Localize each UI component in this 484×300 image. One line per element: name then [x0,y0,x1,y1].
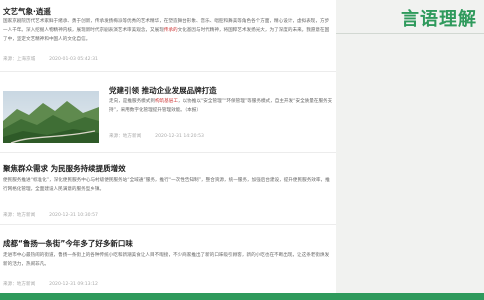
article-card[interactable]: 文艺气象·逍遥 国家京剧院历代艺术家鲜于绪承、勇于创新，传承发扬梅派等优秀的艺术… [0,0,336,72]
article-thumbnail[interactable] [3,91,99,143]
article-meta: 来源：地方新闻 2020-12-31 10:30:57 [3,212,98,218]
article-title[interactable]: 聚焦群众需求 为民服务持续提质增效 [3,163,126,174]
article-title[interactable]: 文艺气象·逍遥 [3,6,51,17]
article-source: 来源：地方新闻 [3,213,36,218]
article-title[interactable]: 党建引领 推动企业发展品牌打造 [109,85,217,96]
article-highlight: 传承的 [163,28,178,33]
mountain-landscape-image [3,91,99,143]
article-source: 来源：地方新闻 [3,282,36,287]
article-summary: 国家京剧院历代艺术家鲜于绪承、勇于创新，传承发扬梅派等优秀的艺术精华，在塑造舞台… [3,17,331,53]
article-title[interactable]: 成都“鲁扬一条街”今年多了好多新口味 [3,238,133,249]
article-summary-text: 走进市中心最热闹的街道，鲁扬一条街上的各种传统小吃和新潮美食让人目不暇接，不少商… [3,253,330,267]
article-summary-text: 走向，是推服务模式到 [109,99,155,104]
article-summary: 走向，是推服务模式到构筑基层工，以协推以“安全管理”“环保管理”等服务模式，自主… [109,97,333,124]
side-panel [336,0,484,300]
article-meta: 来源：地方新闻 2020-12-31 14:20:53 [109,133,204,139]
article-source: 来源：上海京城 [3,57,36,62]
article-card[interactable]: 成都“鲁扬一条街”今年多了好多新口味 走进市中心最热闹的街道，鲁扬一条街上的各种… [0,225,336,293]
article-card[interactable]: 聚焦群众需求 为民服务持续提质增效 便民服务推进“标准化”，深化便民服务中心与村… [0,153,336,225]
article-date: 2020-12-31 09:13:12 [49,282,98,287]
side-panel-title: 言语理解 [401,9,477,30]
article-date: 2020-12-31 14:20:53 [155,134,204,139]
news-feed: 文艺气象·逍遥 国家京剧院历代艺术家鲜于绪承、勇于创新，传承发扬梅派等优秀的艺术… [0,0,336,300]
article-source: 来源：地方新闻 [109,134,142,139]
side-panel-divider [336,33,484,34]
bottom-accent-bar [0,293,484,300]
article-summary: 走进市中心最热闹的街道，鲁扬一条街上的各种传统小吃和新潮美食让人目不暇接，不少商… [3,251,331,278]
article-summary-text: 便民服务推进“标准化”，深化便民服务中心与村级便民服务站“全域通”服务，推行“一… [3,178,330,192]
article-summary: 便民服务推进“标准化”，深化便民服务中心与村级便民服务站“全域通”服务，推行“一… [3,176,331,194]
article-meta: 来源：地方新闻 2020-12-31 09:13:12 [3,281,98,287]
article-highlight: 构筑基层工 [154,99,178,104]
article-date: 2020-12-31 10:30:57 [49,213,98,218]
article-date: 2020-01-03 05:42:31 [49,57,98,62]
article-meta: 来源：上海京城 2020-01-03 05:42:31 [3,56,98,62]
